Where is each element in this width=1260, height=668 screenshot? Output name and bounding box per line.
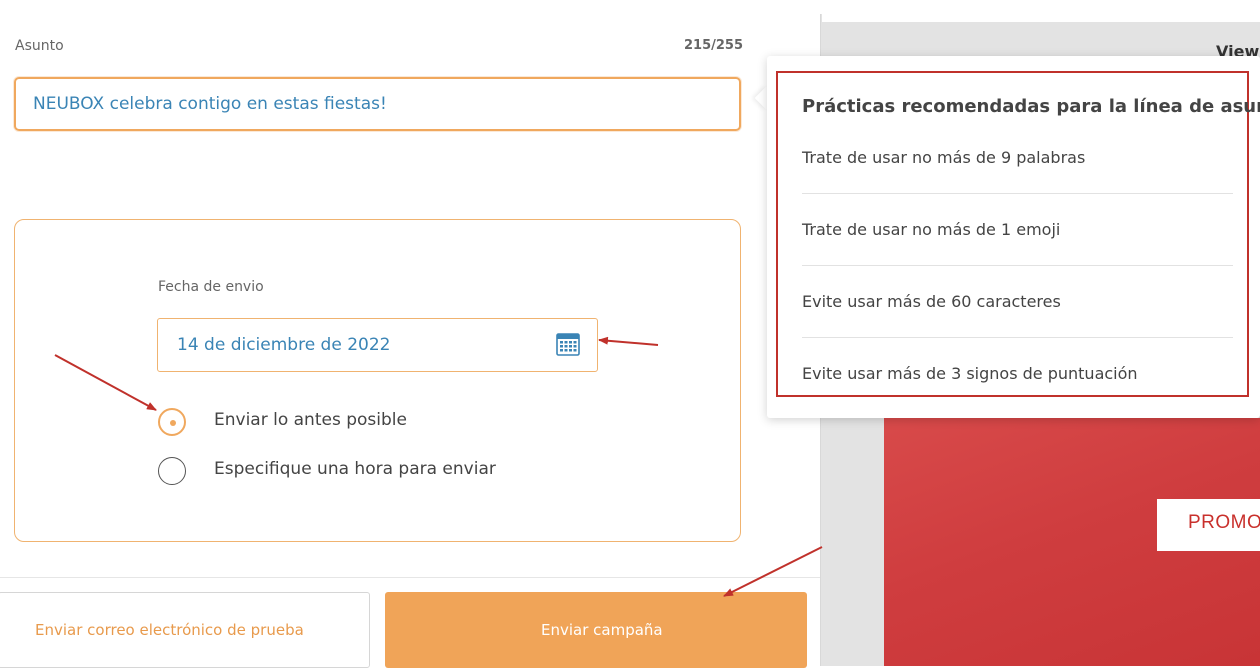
promo-text: PROMOC	[1188, 512, 1260, 533]
tip-divider	[802, 265, 1233, 266]
subject-input-value[interactable]: NEUBOX celebra contigo en estas fiestas!	[33, 94, 387, 114]
schedule-panel	[14, 219, 741, 542]
subject-char-counter: 215/255	[684, 38, 744, 53]
tip-divider	[802, 337, 1233, 338]
preview-top-strip	[822, 0, 1260, 22]
footer-divider	[0, 577, 820, 578]
send-test-email-label[interactable]: Enviar correo electrónico de prueba	[35, 621, 304, 639]
tip-item: Trate de usar no más de 9 palabras	[802, 148, 1086, 167]
tip-divider	[802, 193, 1233, 194]
tip-item: Evite usar más de 3 signos de puntuación	[802, 364, 1138, 383]
send-asap-label[interactable]: Enviar lo antes posible	[214, 410, 407, 430]
tip-item: Evite usar más de 60 caracteres	[802, 292, 1061, 311]
send-date-value[interactable]: 14 de diciembre de 2022	[177, 335, 390, 355]
send-at-time-label[interactable]: Especifique una hora para enviar	[214, 459, 496, 479]
calendar-icon[interactable]	[556, 332, 580, 356]
arrow-to-send-campaign	[723, 546, 823, 597]
send-date-label: Fecha de envio	[158, 279, 264, 295]
send-campaign-label[interactable]: Enviar campaña	[541, 621, 663, 639]
popover-title: Prácticas recomendadas para la línea de …	[802, 96, 1260, 117]
tip-item: Trate de usar no más de 1 emoji	[802, 220, 1061, 239]
subject-label: Asunto	[15, 38, 64, 54]
send-at-time-radio[interactable]	[158, 457, 186, 485]
send-asap-radio[interactable]	[158, 408, 186, 436]
